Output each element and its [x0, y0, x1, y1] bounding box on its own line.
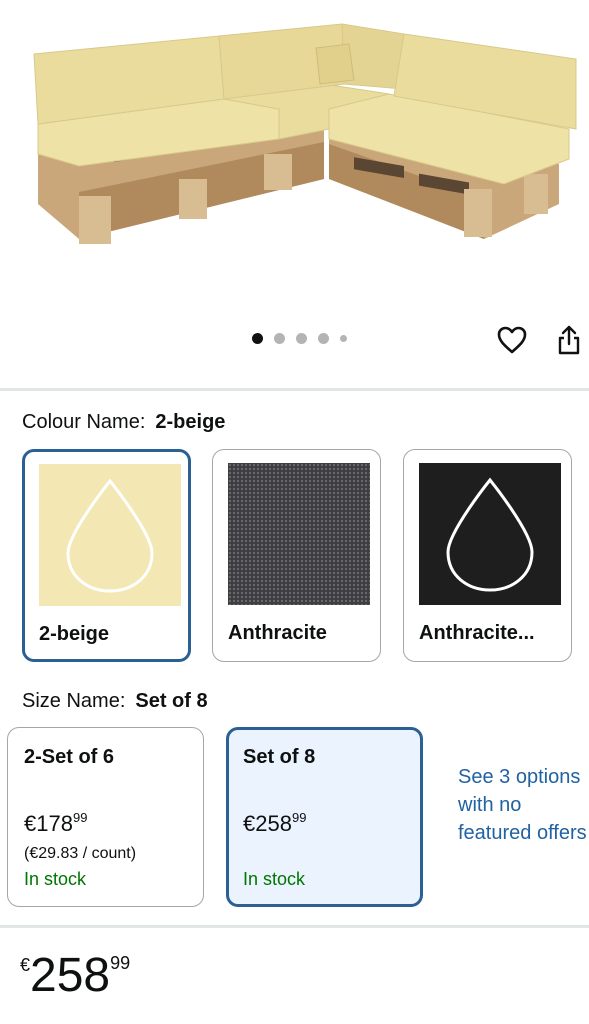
colour-selected-value: 2-beige: [155, 411, 226, 433]
size-option-price: €25899: [243, 810, 306, 837]
main-price-fraction: 99: [110, 953, 131, 973]
size-option-set-of-6[interactable]: 2-Set of 6 €17899 (€29.83 / count) In st…: [7, 727, 204, 907]
anthracite-drop-swatch-icon: [419, 463, 561, 605]
heart-icon[interactable]: [494, 322, 530, 358]
anthracite-fabric-swatch-icon: [228, 463, 370, 605]
carousel-dot[interactable]: [340, 335, 347, 342]
colour-option-anthracite-2[interactable]: Anthracite...: [403, 449, 572, 662]
main-price: €25899: [20, 952, 130, 1000]
price-fraction: 99: [291, 810, 307, 825]
beige-swatch-icon: [39, 464, 181, 606]
size-option-set-of-8[interactable]: Set of 8 €25899 In stock: [226, 727, 423, 907]
section-divider: [0, 925, 589, 928]
price-whole: 258: [255, 811, 292, 836]
carousel-dot[interactable]: [274, 333, 285, 344]
carousel-dots[interactable]: [252, 333, 347, 344]
colour-option-2-beige[interactable]: 2-beige: [22, 449, 191, 662]
colour-option-label: Anthracite: [228, 622, 327, 644]
main-price-whole: 258: [30, 949, 111, 1002]
size-selected-value: Set of 8: [135, 690, 208, 712]
stock-status: In stock: [24, 869, 87, 889]
carousel-dot[interactable]: [296, 333, 307, 344]
colour-option-anthracite[interactable]: Anthracite: [212, 449, 381, 662]
section-divider: [0, 388, 589, 391]
carousel-dot[interactable]: [252, 333, 263, 344]
size-option-price: €17899: [24, 810, 87, 837]
colour-option-label: 2-beige: [39, 623, 110, 645]
stock-status: In stock: [243, 869, 306, 889]
pallet-corner-sofa-image[interactable]: [24, 14, 579, 254]
size-name-caption: Size Name:: [22, 690, 126, 712]
size-option-title: 2-Set of 6: [24, 746, 115, 768]
carousel-dot[interactable]: [318, 333, 329, 344]
share-icon[interactable]: [552, 322, 586, 358]
unit-price: (€29.83 / count): [24, 845, 137, 862]
size-name-label: Size Name: Set of 8: [22, 690, 208, 713]
colour-name-label: Colour Name: 2-beige: [22, 411, 225, 434]
price-currency: €: [243, 811, 256, 836]
product-image-gallery[interactable]: [0, 0, 589, 372]
price-fraction: 99: [72, 810, 88, 825]
colour-option-label: Anthracite...: [419, 622, 535, 644]
colour-name-caption: Colour Name:: [22, 411, 146, 433]
price-currency: €: [24, 811, 37, 836]
see-more-options-link[interactable]: See 3 options with no featured offers: [458, 763, 589, 847]
size-option-title: Set of 8: [243, 746, 316, 768]
main-price-currency: €: [20, 955, 31, 975]
price-whole: 178: [36, 811, 73, 836]
